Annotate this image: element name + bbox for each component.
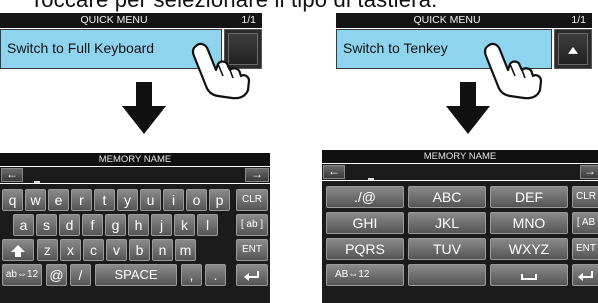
key-y[interactable]: y [117, 189, 138, 211]
key-jkl[interactable]: JKL [408, 212, 486, 234]
key-k[interactable]: k [174, 214, 195, 236]
scroll-up-button[interactable] [554, 29, 592, 69]
quick-menu-titlebar: QUICK MENU 1/1 [336, 13, 592, 28]
down-arrow-icon [122, 82, 166, 134]
quick-menu-title: QUICK MENU [80, 14, 148, 26]
key-v[interactable]: v [106, 239, 127, 261]
space-button[interactable]: SPACE [95, 264, 177, 286]
backspace-icon [578, 271, 593, 281]
key-p[interactable]: p [209, 189, 230, 211]
key-r[interactable]: r [71, 189, 92, 211]
key-x[interactable]: x [60, 239, 81, 261]
key-l[interactable]: l [197, 214, 218, 236]
key-m[interactable]: m [175, 239, 196, 261]
key-s[interactable]: s [36, 214, 57, 236]
key-w[interactable]: w [25, 189, 46, 211]
key-i[interactable]: i [163, 189, 184, 211]
full-keyboard-screen: MEMORY NAME ← → q w e r t y u i o p CLR … [0, 153, 270, 303]
key-period[interactable]: . [205, 264, 226, 286]
key-ghi[interactable]: GHI [326, 212, 404, 234]
mode-switch-button[interactable]: ab⇔12 [2, 264, 42, 286]
key-j[interactable]: j [151, 214, 172, 236]
tenkey-screen: MEMORY NAME ← → ./@ ABC DEF CLR GHI JKL … [322, 150, 598, 303]
hand-pointer-icon [191, 42, 251, 100]
key-mno[interactable]: MNO [490, 212, 568, 234]
text-cursor [34, 181, 40, 183]
space-icon [521, 274, 537, 280]
key-a[interactable]: a [13, 214, 34, 236]
text-entry-bar: ← → [0, 167, 270, 183]
key-comma[interactable]: , [181, 264, 202, 286]
key-pqrs[interactable]: PQRS [326, 238, 404, 260]
key-symbols[interactable]: ./@ [326, 186, 404, 208]
cursor-left-button[interactable]: ← [1, 168, 23, 182]
backspace-button[interactable] [236, 264, 268, 286]
enter-button[interactable]: ENT [572, 238, 598, 260]
key-b[interactable]: b [129, 239, 150, 261]
key-abc[interactable]: ABC [408, 186, 486, 208]
key-wxyz[interactable]: WXYZ [490, 238, 568, 260]
case-toggle-button[interactable]: [ AB [572, 212, 598, 234]
backspace-button[interactable] [572, 264, 598, 286]
key-d[interactable]: d [59, 214, 80, 236]
shift-button[interactable] [2, 239, 34, 261]
key-g[interactable]: g [105, 214, 126, 236]
clear-button[interactable]: CLR [236, 189, 268, 211]
key-c[interactable]: c [83, 239, 104, 261]
enter-button[interactable]: ENT [236, 239, 268, 261]
space-button[interactable] [490, 264, 568, 286]
key-slash[interactable]: / [70, 264, 91, 286]
key-e[interactable]: e [48, 189, 69, 211]
text-entry-bar: ← → [322, 164, 598, 180]
quick-menu-title: QUICK MENU [413, 14, 481, 26]
screen-title: MEMORY NAME [0, 153, 270, 166]
key-o[interactable]: o [186, 189, 207, 211]
key-z[interactable]: z [37, 239, 58, 261]
page-indicator: 1/1 [571, 14, 586, 26]
key-tuv[interactable]: TUV [408, 238, 486, 260]
cursor-left-button[interactable]: ← [323, 165, 345, 179]
screen-title: MEMORY NAME [322, 150, 598, 163]
backspace-icon [244, 271, 259, 281]
right-quick-menu: QUICK MENU 1/1 Switch to Tenkey [336, 13, 592, 70]
key-t[interactable]: t [94, 189, 115, 211]
cursor-right-button[interactable]: → [245, 168, 269, 182]
shift-icon [11, 245, 25, 257]
key-q[interactable]: q [2, 189, 23, 211]
text-cursor [368, 178, 374, 180]
quick-menu-titlebar: QUICK MENU 1/1 [0, 13, 262, 28]
clear-button[interactable]: CLR [572, 186, 598, 208]
instruction-heading: Toccare per selezionare il tipo di tasti… [30, 0, 437, 13]
cursor-right-button[interactable]: → [580, 165, 598, 179]
key-f[interactable]: f [82, 214, 103, 236]
key-def[interactable]: DEF [490, 186, 568, 208]
key-at[interactable]: @ [46, 264, 67, 286]
key-h[interactable]: h [128, 214, 149, 236]
blank-key[interactable] [408, 264, 486, 286]
up-arrow-icon [568, 46, 578, 54]
case-toggle-button[interactable]: [ ab ] [236, 214, 268, 236]
down-arrow-icon [446, 82, 490, 134]
mode-switch-button[interactable]: AB⇔12 [326, 264, 404, 286]
key-u[interactable]: u [140, 189, 161, 211]
page-indicator: 1/1 [241, 14, 256, 26]
key-n[interactable]: n [152, 239, 173, 261]
